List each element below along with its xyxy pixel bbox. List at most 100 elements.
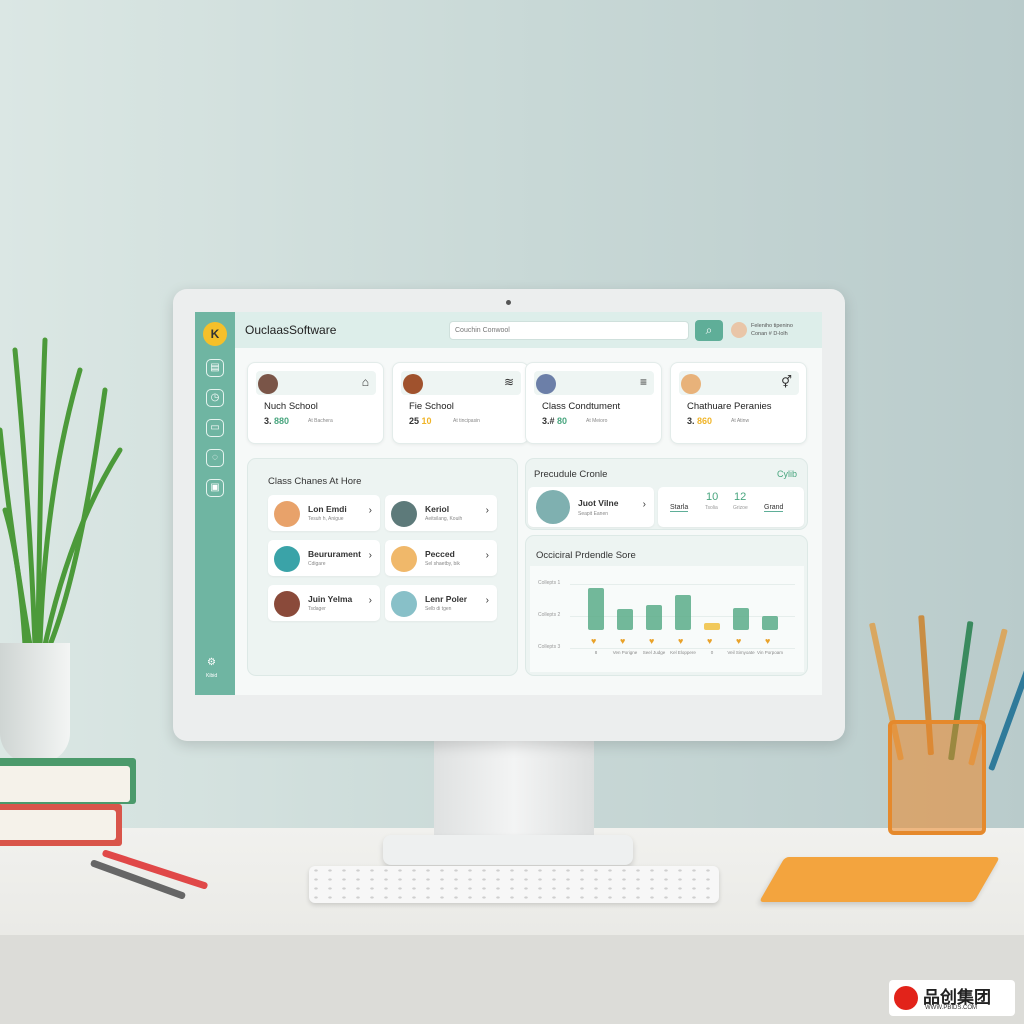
bar[interactable] <box>733 607 749 630</box>
search-icon: ⌕ <box>705 323 713 337</box>
desk-front <box>0 935 1024 1024</box>
stat-sub: At Meioro <box>586 418 608 424</box>
person-name: Keriol <box>425 504 450 514</box>
stat-label[interactable]: Grand <box>764 504 784 512</box>
person-name: Lenr Poler <box>425 594 468 604</box>
user-avatar[interactable] <box>731 322 747 338</box>
wifi-icon[interactable]: ≋ <box>504 375 514 389</box>
stat-value-prefix: 25 <box>409 416 420 426</box>
gridline <box>570 648 795 649</box>
profile-link[interactable]: Cylib <box>777 469 797 479</box>
award-icon: ♥ <box>678 636 684 646</box>
watermark-url: WWW.PBIDS.COM <box>925 1005 977 1011</box>
list-item[interactable]: Lenr Poler Selb di tgen › <box>385 585 497 621</box>
user-role: Conan # D-lolh <box>751 331 788 337</box>
award-icon: ♥ <box>765 636 771 646</box>
chevron-right-icon: › <box>642 499 646 510</box>
list-item[interactable]: Lon Emdi Tesuh h, Anigue › <box>268 495 380 531</box>
avatar <box>536 374 556 394</box>
list-item[interactable]: Beururament Cdigare › <box>268 540 380 576</box>
award-icon: ♥ <box>736 636 742 646</box>
x-tick-label: 0 <box>710 650 714 655</box>
book-pages <box>0 766 130 802</box>
chevron-right-icon: › <box>485 550 489 561</box>
avatar <box>403 374 423 394</box>
search-input[interactable]: Couchin Conwool <box>449 321 689 340</box>
chevron-right-icon: › <box>368 595 372 606</box>
stat-card[interactable]: ≡ Class Condtument 3.# 80 At Meioro <box>525 362 662 444</box>
profile-panel: Precudule Cronle Cylib Juot Vilne Seapit… <box>525 458 808 530</box>
person-name: Pecced <box>425 549 455 559</box>
avatar <box>681 374 701 394</box>
stat-value-prefix: 3.# <box>542 416 555 426</box>
person-sub: Tsdager <box>308 606 326 612</box>
list-item[interactable]: Juin Yelma Tsdager › <box>268 585 380 621</box>
x-tick-label: Seel Judge <box>642 650 666 655</box>
stat-label[interactable]: Starla <box>670 504 689 512</box>
pencils <box>868 615 1024 772</box>
sidebar: K ▤ ◷ ▭ ◌ ▣ ⚙ Kibid <box>195 312 235 695</box>
avatar <box>274 546 300 572</box>
stat-value-accent: 880 <box>274 416 290 426</box>
basket-icon[interactable]: ⌂ <box>362 375 369 389</box>
person-name: Juin Yelma <box>308 594 353 604</box>
sidebar-bottom-label: Kibid <box>206 673 218 679</box>
stat-value-prefix: 3. <box>264 416 272 426</box>
plant-leaves-icon <box>0 337 123 648</box>
header: OuclaasSoftware Couchin Conwool ⌕ Feleni… <box>235 312 822 348</box>
profile-person[interactable]: Juot Vilne Seapit Eanen › <box>528 487 654 527</box>
user-info: Feleniho tipenino Conan # D-lolh <box>751 322 793 338</box>
monitor-stand <box>434 741 594 841</box>
keyboard <box>309 866 719 903</box>
settings-icon[interactable]: ⚙ <box>207 657 216 668</box>
list-item[interactable]: Keriol Aeitsilang, Kouih › <box>385 495 497 531</box>
webcam <box>506 300 511 305</box>
panel-title: Class Chanes At Hore <box>268 476 362 487</box>
pencil-cup <box>888 720 986 835</box>
bar[interactable] <box>588 588 604 630</box>
bar[interactable] <box>675 595 691 630</box>
book-icon[interactable]: ▤ <box>206 359 224 377</box>
stat-name: Fie School <box>409 401 454 412</box>
person-name: Lon Emdi <box>308 504 347 514</box>
chevron-right-icon: › <box>485 505 489 516</box>
y-tick-label: Collepts 3 <box>538 644 561 650</box>
app-screen: K ▤ ◷ ▭ ◌ ▣ ⚙ Kibid OuclaasSoftware Couc… <box>195 312 822 695</box>
stat-label: Tsolia <box>705 505 718 511</box>
watermark: 品创集团 WWW.PBIDS.COM <box>889 980 1015 1016</box>
plant-pot <box>0 643 70 763</box>
bar[interactable] <box>704 623 720 630</box>
app-logo[interactable]: K <box>203 322 227 346</box>
bar[interactable] <box>617 609 633 630</box>
panel-title: Precudule Cronle <box>534 469 608 480</box>
y-tick-label: Collepts 2 <box>538 612 561 618</box>
stat-card[interactable]: ≋ Fie School 25 10 At tincipasin <box>392 362 529 444</box>
gender-icon[interactable]: ⚥ <box>781 375 792 389</box>
lightbulb-icon[interactable]: ◌ <box>206 449 224 467</box>
bar[interactable] <box>762 616 778 630</box>
stat-name: Nuch School <box>264 401 318 412</box>
stat-value-prefix: 3. <box>687 416 695 426</box>
stat-card[interactable]: ⚥ Chathuare Peranies 3. 860 At Atinw <box>670 362 807 444</box>
stat-label: Grizoe <box>733 505 748 511</box>
stat-value: 3. 860 <box>687 416 712 426</box>
briefcase-icon[interactable]: ▭ <box>206 419 224 437</box>
stat-card[interactable]: ⌂ Nuch School 3. 880 At Bachera <box>247 362 384 444</box>
notebook <box>759 857 1000 902</box>
person-sub: Cdigare <box>308 561 326 567</box>
stat-sub: At Atinw <box>731 418 750 424</box>
calendar-icon[interactable]: ▣ <box>206 479 224 497</box>
clock-icon[interactable]: ◷ <box>206 389 224 407</box>
avatar <box>391 501 417 527</box>
search-button[interactable]: ⌕ <box>695 320 723 341</box>
chart-panel: Occiciral Prdendle Sore Collepts 1 Collep… <box>525 535 808 676</box>
list-item[interactable]: Pecced Sel shaetby, bik › <box>385 540 497 576</box>
stat-sub: At tincipasin <box>453 418 480 424</box>
chart-title: Occiciral Prdendle Sore <box>536 550 636 561</box>
bar[interactable] <box>646 604 662 630</box>
stat-value: 10 <box>706 491 719 503</box>
stat-value: 3.# 80 <box>542 416 567 426</box>
avatar <box>391 591 417 617</box>
avatar <box>536 490 570 524</box>
menu-icon[interactable]: ≡ <box>640 375 647 389</box>
